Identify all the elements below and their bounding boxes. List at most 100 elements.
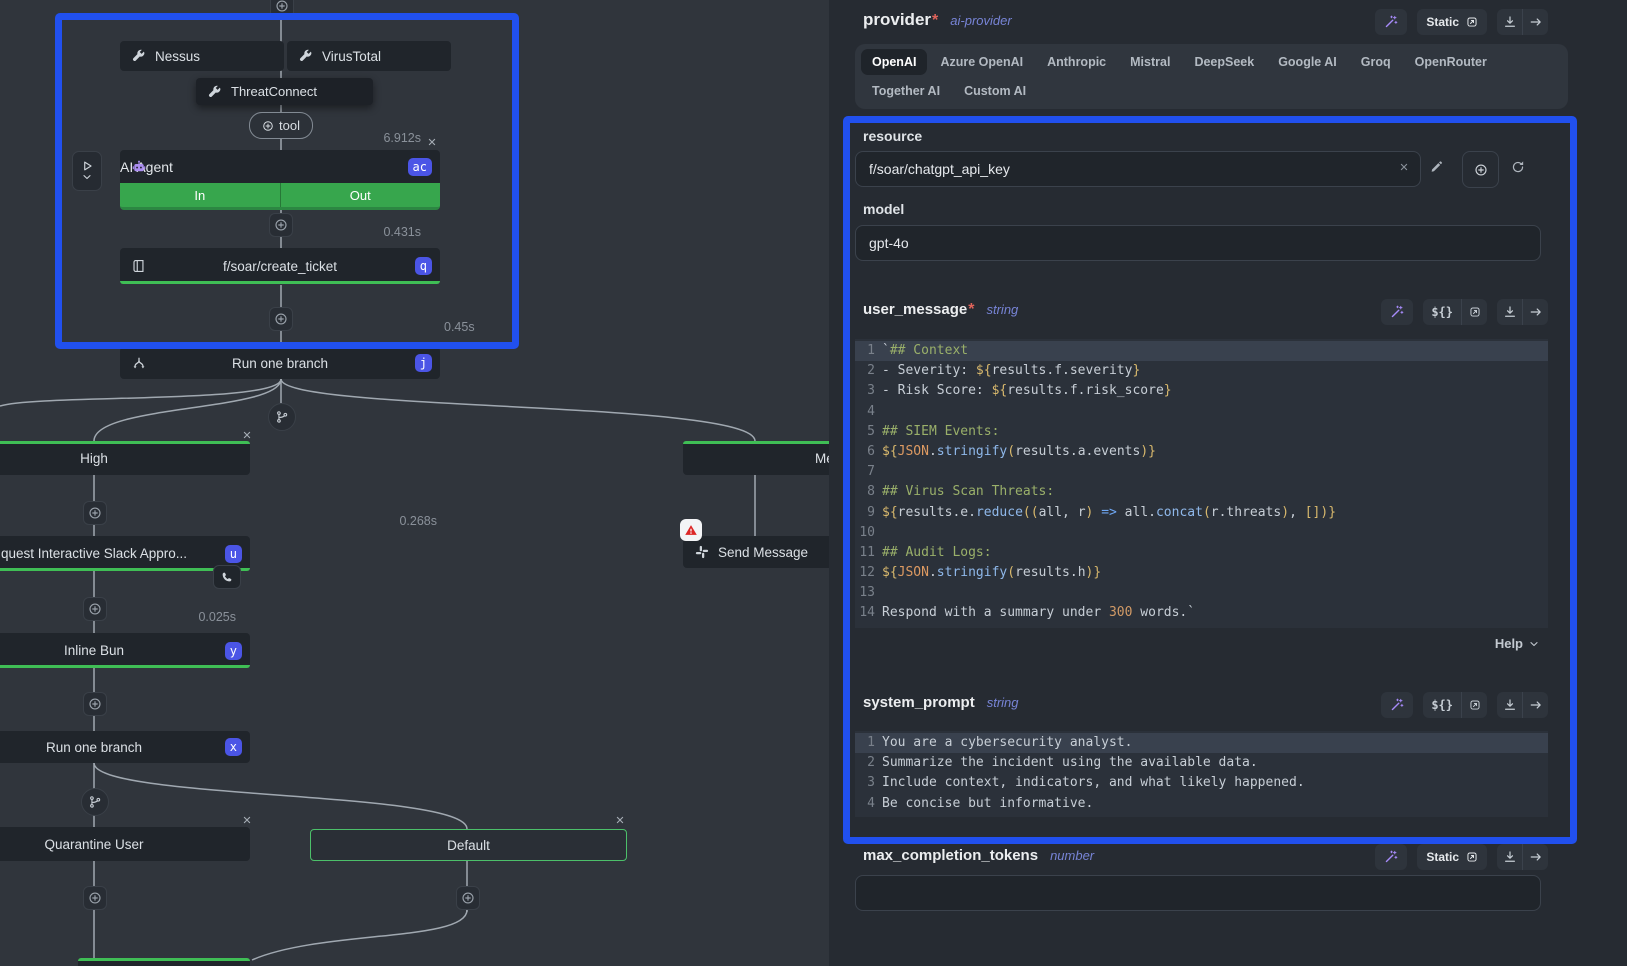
code-line[interactable]: 1You are a cybersecurity analyst.	[855, 733, 1548, 753]
provider-tab-openai[interactable]: OpenAI	[861, 49, 927, 75]
expression-button[interactable]: ${}	[1423, 299, 1461, 325]
close-icon[interactable]	[424, 134, 439, 149]
node-send-message[interactable]: Send Message	[683, 536, 829, 568]
code-line[interactable]: 6${JSON.stringify(results.a.events)}	[855, 442, 1548, 462]
code-line[interactable]: 2Summarize the incident using the availa…	[855, 753, 1548, 773]
run-button[interactable]	[72, 151, 102, 191]
node-run-one-branch-1[interactable]: Run one branch j	[120, 347, 440, 379]
node-ai-agent[interactable]: AI Agent ac In Out	[120, 150, 440, 210]
code-line[interactable]: 5## SIEM Events:	[855, 422, 1548, 442]
edit-resource-button[interactable]	[1429, 160, 1443, 174]
output-connector-button[interactable]	[1522, 299, 1548, 325]
code-line[interactable]: 1`## Context	[855, 341, 1548, 361]
node-nessus[interactable]: Nessus	[120, 41, 284, 71]
agent-out-port[interactable]: Out	[280, 183, 441, 207]
system-prompt-code-editor[interactable]: 1You are a cybersecurity analyst.2Summar…	[855, 731, 1548, 817]
max-tokens-input[interactable]	[855, 875, 1541, 911]
resource-input[interactable]	[855, 151, 1421, 187]
code-line[interactable]: 4Be concise but informative.	[855, 794, 1548, 814]
code-text: ## SIEM Events:	[882, 422, 999, 442]
code-line[interactable]: 10	[855, 523, 1548, 543]
help-button[interactable]: Help	[1495, 636, 1540, 651]
expand-editor-button[interactable]	[1461, 692, 1487, 718]
output-connector-button[interactable]	[1522, 692, 1548, 718]
ai-assist-button[interactable]	[1381, 692, 1413, 718]
provider-tab-deepseek[interactable]: DeepSeek	[1183, 49, 1265, 75]
tool-port[interactable]: tool	[249, 112, 313, 139]
clear-icon[interactable]	[1398, 161, 1410, 173]
code-line[interactable]: 4	[855, 402, 1548, 422]
add-step-connector[interactable]	[270, 0, 294, 18]
expand-editor-button[interactable]	[1461, 299, 1487, 325]
add-step-connector[interactable]	[83, 886, 107, 910]
add-step-connector[interactable]	[269, 213, 293, 237]
input-connector-button[interactable]	[1497, 299, 1522, 325]
code-line[interactable]: 12${JSON.stringify(results.h)}	[855, 563, 1548, 583]
output-connector-button[interactable]	[1522, 844, 1548, 870]
node-create-ticket[interactable]: f/soar/create_ticket q	[120, 248, 440, 284]
code-line[interactable]: 9${results.e.reduce((all, r) => all.conc…	[855, 503, 1548, 523]
wrench-icon	[208, 85, 222, 99]
add-step-connector[interactable]	[269, 307, 293, 331]
code-line[interactable]: 8## Virus Scan Threats:	[855, 482, 1548, 502]
input-connector-button[interactable]	[1497, 844, 1522, 870]
provider-tab-groq[interactable]: Groq	[1350, 49, 1402, 75]
add-step-connector[interactable]	[456, 886, 480, 910]
close-icon[interactable]	[239, 427, 254, 442]
provider-tab-google-ai[interactable]: Google AI	[1267, 49, 1348, 75]
model-input[interactable]	[855, 225, 1541, 261]
code-line[interactable]: 13	[855, 583, 1548, 603]
warning-badge[interactable]	[680, 519, 702, 541]
node-branch-quarantine[interactable]: Quarantine User	[0, 827, 250, 861]
node-partial-bottom[interactable]	[78, 958, 250, 966]
line-number: 2	[855, 753, 882, 773]
field-type-label: number	[1050, 848, 1094, 863]
add-step-connector[interactable]	[83, 597, 107, 621]
provider-tab-together-ai[interactable]: Together AI	[861, 78, 951, 104]
provider-tab-mistral[interactable]: Mistral	[1119, 49, 1181, 75]
workflow-canvas[interactable]: Nessus VirusTotal ThreatConnect tool AI …	[0, 0, 829, 966]
code-line[interactable]: 14Respond with a summary under 300 words…	[855, 603, 1548, 623]
node-slack-approval[interactable]: quest Interactive Slack Appro... u	[0, 536, 250, 571]
add-branch-button[interactable]	[81, 788, 109, 816]
input-connector-button[interactable]	[1497, 692, 1522, 718]
provider-tab-custom-ai[interactable]: Custom AI	[953, 78, 1037, 104]
node-branch-default[interactable]: Default	[310, 829, 627, 861]
node-branch-medium[interactable]: Medium	[683, 441, 829, 475]
close-icon[interactable]	[239, 812, 254, 827]
ai-assist-button[interactable]	[1381, 299, 1413, 325]
output-connector-button[interactable]	[1522, 9, 1548, 35]
code-line[interactable]: 3Include context, indicators, and what l…	[855, 773, 1548, 793]
node-virustotal[interactable]: VirusTotal	[287, 41, 451, 71]
node-inline-bun[interactable]: Inline Bun y	[0, 633, 250, 668]
line-number: 3	[855, 773, 882, 793]
duration-label: 0.45s	[444, 320, 504, 334]
add-step-connector[interactable]	[83, 501, 107, 525]
user-message-code-editor[interactable]: 1`## Context2- Severity: ${results.f.sev…	[855, 339, 1548, 628]
agent-in-port[interactable]: In	[120, 183, 280, 207]
expression-button[interactable]: ${}	[1423, 692, 1461, 718]
refresh-resources-button[interactable]	[1511, 160, 1525, 174]
ai-assist-button[interactable]	[1375, 9, 1407, 35]
code-line[interactable]: 7	[855, 462, 1548, 482]
add-resource-button[interactable]	[1462, 151, 1499, 188]
provider-tab-openrouter[interactable]: OpenRouter	[1404, 49, 1498, 75]
close-icon[interactable]	[612, 812, 627, 827]
node-threatconnect[interactable]: ThreatConnect	[196, 78, 373, 105]
add-step-connector[interactable]	[83, 692, 107, 716]
call-port[interactable]	[213, 565, 241, 589]
node-run-one-branch-2[interactable]: Run one branch x	[0, 731, 250, 763]
code-line[interactable]: 2- Severity: ${results.f.severity}	[855, 361, 1548, 381]
warning-triangle-icon	[684, 523, 698, 537]
provider-tab-anthropic[interactable]: Anthropic	[1036, 49, 1117, 75]
static-mode-button[interactable]: Static	[1417, 9, 1487, 35]
code-line[interactable]: 3- Risk Score: ${results.f.risk_score}	[855, 381, 1548, 401]
static-mode-button[interactable]: Static	[1417, 844, 1487, 870]
node-branch-high[interactable]: High	[0, 441, 250, 475]
ai-assist-button[interactable]	[1375, 844, 1407, 870]
code-line[interactable]: 11## Audit Logs:	[855, 543, 1548, 563]
add-branch-button[interactable]	[268, 403, 296, 431]
field-title: user_message	[863, 301, 967, 318]
input-connector-button[interactable]	[1497, 9, 1522, 35]
provider-tab-azure-openai[interactable]: Azure OpenAI	[929, 49, 1034, 75]
